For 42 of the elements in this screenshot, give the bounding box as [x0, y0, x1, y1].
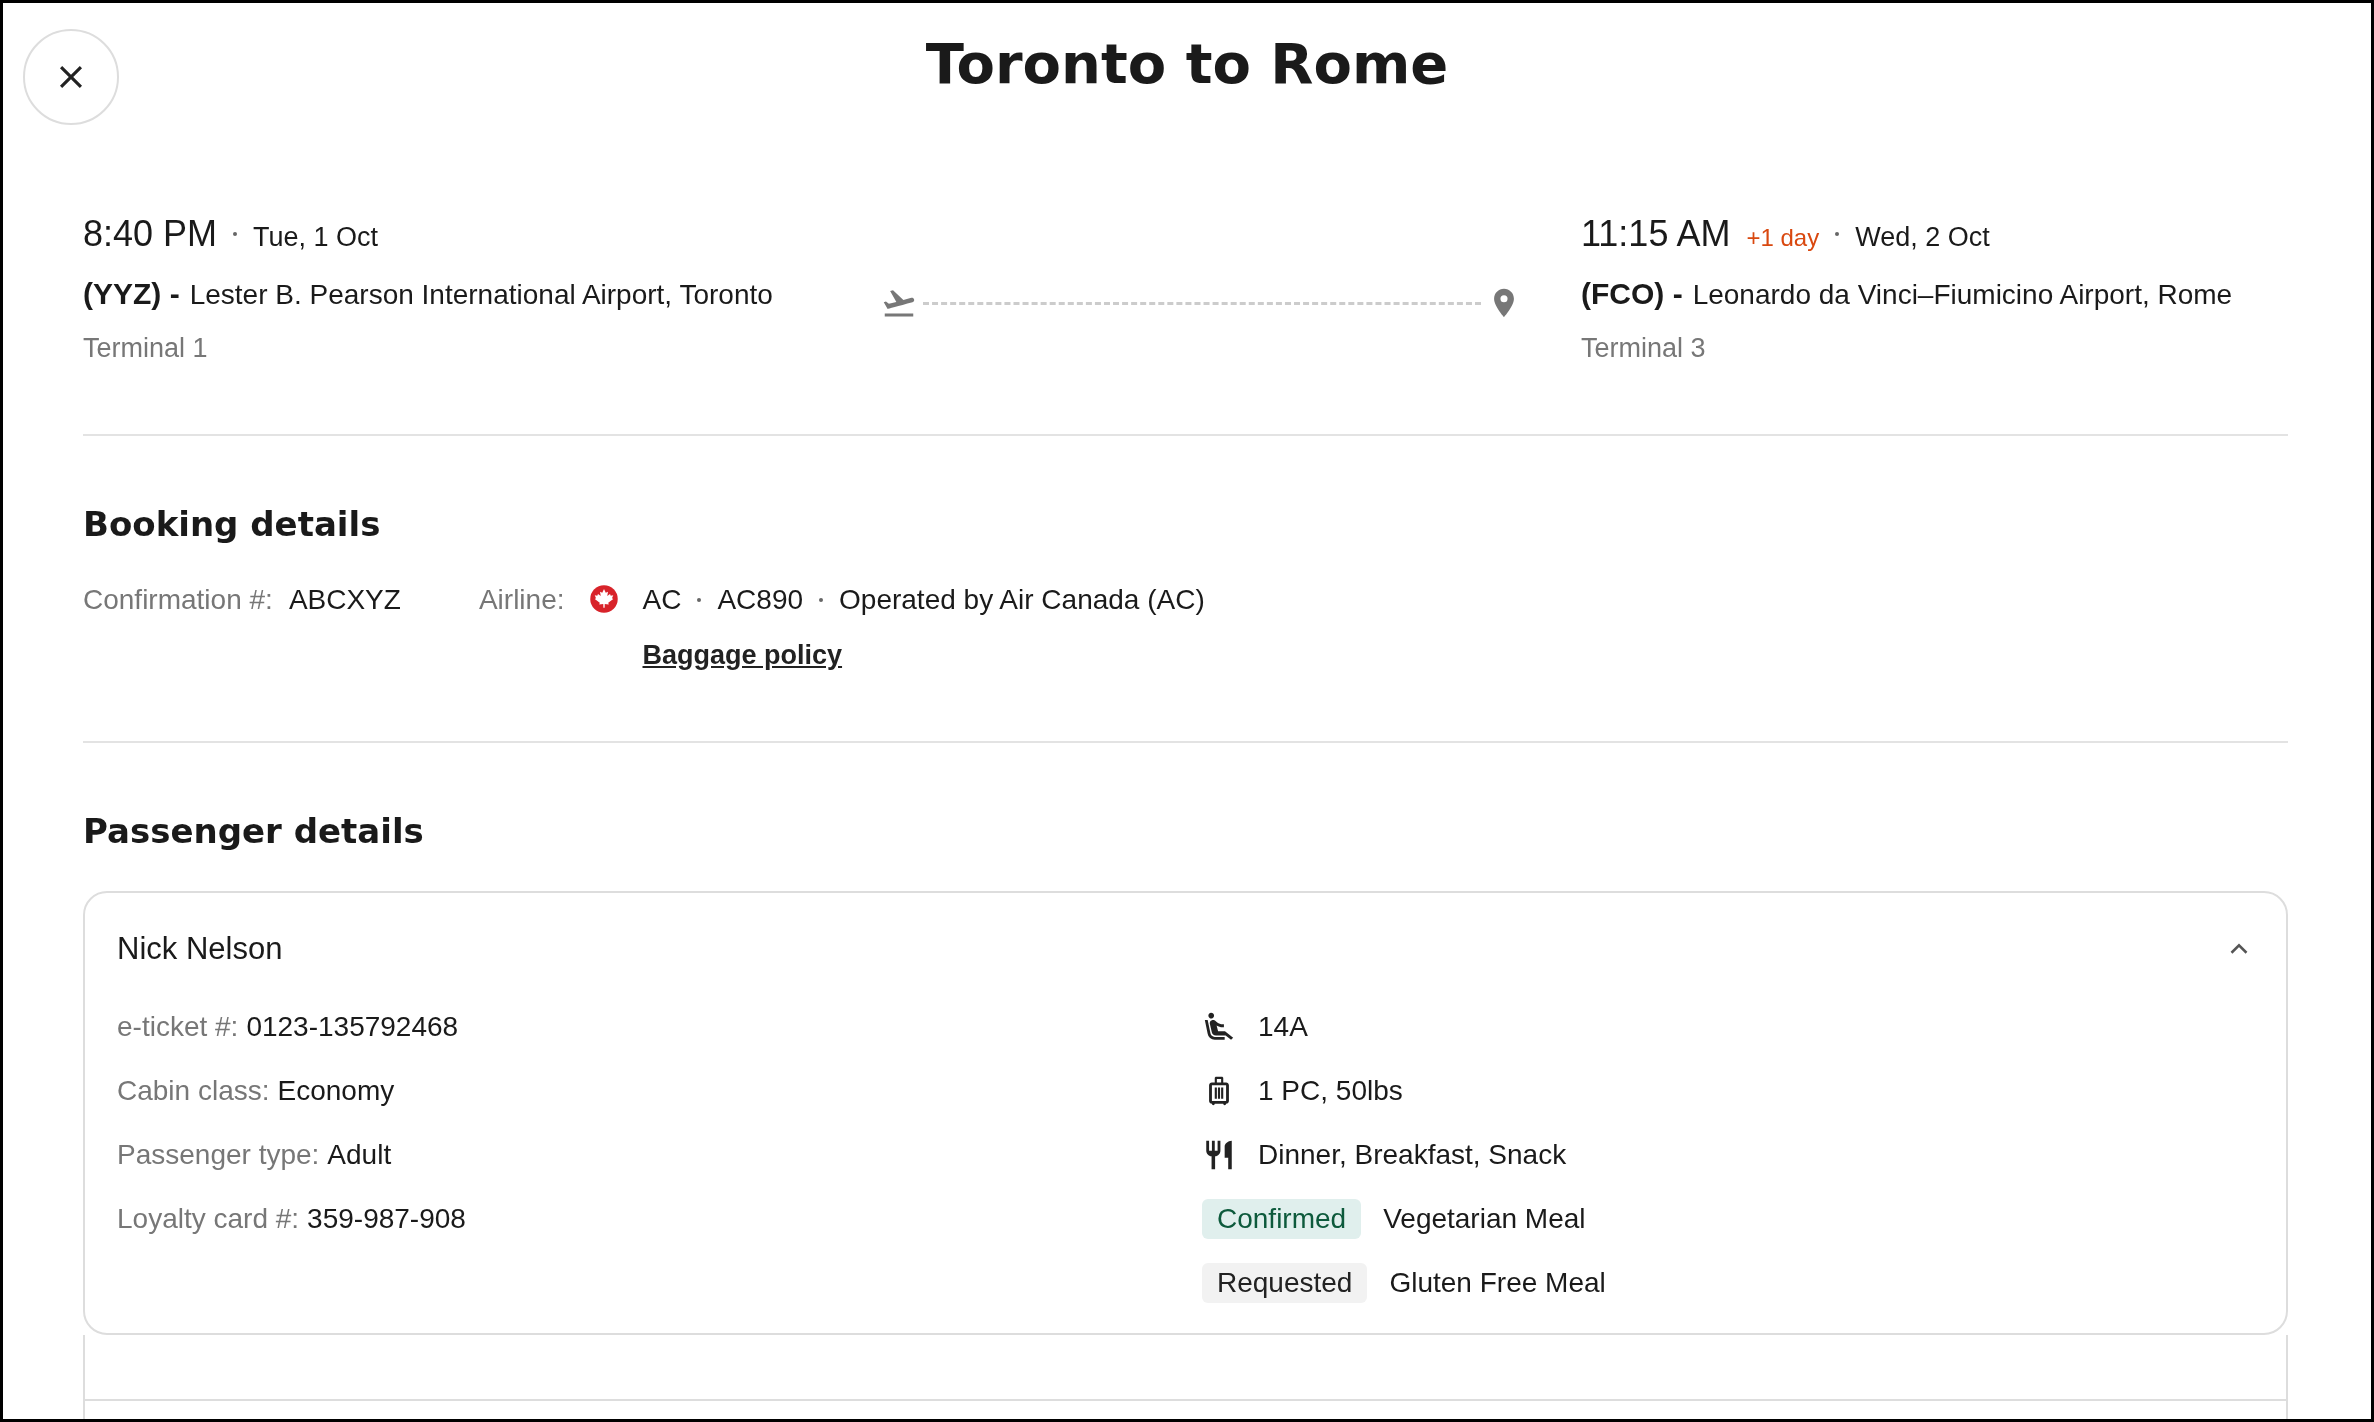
detail-value: 14A [1258, 1011, 1308, 1043]
baggage-policy-link[interactable]: Baggage policy [642, 640, 843, 671]
maple-leaf-logo-icon [588, 584, 619, 614]
separator-dot-icon [233, 232, 238, 236]
terminal-label: Terminal 1 [83, 333, 209, 364]
airport-name: Leonardo da Vinci–Fiumicino Airport, Rome [1692, 279, 2233, 311]
airport-code: (FCO) - [1581, 277, 1683, 311]
status-tag: Requested [1202, 1263, 1368, 1303]
departure-time: 8:40 PM [83, 213, 218, 255]
separator-dot-icon [697, 598, 702, 602]
arrival-time: 11:15 AM [1581, 213, 1731, 255]
departure-date: Tue, 1 Oct [253, 222, 379, 253]
field-label: Confirmation #: [83, 584, 273, 616]
field-label: Airline: [478, 584, 565, 616]
airport-name: Lester B. Pearson International Airport, Toronto [189, 279, 773, 311]
terminal-label: Terminal 3 [1581, 333, 1707, 364]
confirmation-number: ABCXYZ [288, 584, 401, 616]
field-label: Passenger type: [117, 1139, 320, 1171]
field-label: Cabin class: [117, 1075, 270, 1107]
section-heading: Booking details [83, 504, 382, 544]
detail-value: Dinner, Breakfast, Snack [1258, 1139, 1567, 1171]
flight-number: AC890 [717, 584, 804, 616]
separator-dot-icon [1835, 232, 1840, 236]
field-label: Loyalty card #: [117, 1203, 300, 1235]
operator-label: Operated by Air Canada (AC) [839, 584, 1205, 616]
status-tag: Confirmed [1202, 1199, 1362, 1239]
airport-code: (YYZ) - [83, 277, 180, 311]
separator-dot-icon [819, 598, 824, 602]
page-title: Toronto to Rome [925, 31, 1449, 96]
meal-name: Vegetarian Meal [1383, 1203, 1586, 1235]
detail-value: 1 PC, 50lbs [1258, 1075, 1403, 1107]
passenger-name: Nick Nelson [117, 931, 283, 967]
section-heading: Passenger details [83, 811, 425, 851]
field-label: e-ticket #: [117, 1011, 239, 1043]
day-offset-label: +1 day [1746, 224, 1820, 252]
field-value: 0123-135792468 [246, 1011, 459, 1043]
field-value: Adult [327, 1139, 392, 1171]
field-value: Economy [277, 1075, 395, 1107]
carrier-code: AC [642, 584, 682, 616]
meal-name: Gluten Free Meal [1389, 1267, 1606, 1299]
field-value: 359-987-908 [307, 1203, 466, 1235]
arrival-date: Wed, 2 Oct [1855, 222, 1990, 253]
